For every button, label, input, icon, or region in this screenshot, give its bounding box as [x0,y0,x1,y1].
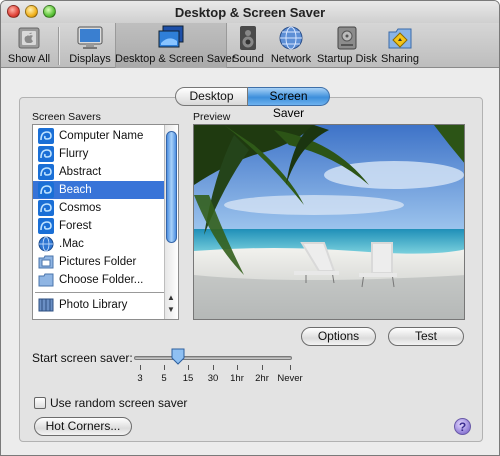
list-item-pictures-folder[interactable]: Pictures Folder [33,253,165,271]
list-divider [35,292,165,293]
screen-saver-panel: Screen Savers Preview Computer Name Flur… [19,97,483,442]
list-item-beach[interactable]: Beach [33,181,165,199]
start-screen-saver-label: Start screen saver: [32,351,133,365]
list-item-label: Cosmos [59,202,102,214]
list-item-cosmos[interactable]: Cosmos [33,199,165,217]
scroll-down-arrow-icon[interactable]: ▼ [167,305,175,314]
list-item-dot-mac[interactable]: .Mac [33,235,165,253]
screen-savers-heading: Screen Savers [32,111,101,123]
list-item-label: .Mac [59,238,84,250]
random-screen-saver-checkbox[interactable] [34,397,46,409]
show-all-icon [18,27,40,49]
list-scrollbar[interactable]: ▲ ▼ [164,125,178,319]
toolbar-sound[interactable]: Sound [229,23,267,68]
swirl-icon [38,218,54,234]
tab-control: Desktop Screen Saver [175,87,330,120]
list-item-label: Computer Name [59,130,144,142]
preview-image [193,124,465,320]
dot-mac-globe-icon [38,236,54,252]
globe-icon [279,26,303,50]
scroll-thumb[interactable] [166,131,177,243]
list-item-label: Forest [59,220,92,232]
sharing-label: Sharing [381,53,419,65]
list-item-flurry[interactable]: Flurry [33,145,165,163]
tick-label: 30 [207,373,219,384]
pictures-folder-icon [38,255,54,269]
test-button[interactable]: Test [388,327,464,346]
title-bar: Desktop & Screen Saver [1,1,499,23]
toolbar-startup-disk[interactable]: Startup Disk [315,23,379,68]
displays-icon [77,26,103,49]
content-area: Desktop Screen Saver Screen Savers Previ… [1,69,499,455]
random-screen-saver-label: Use random screen saver [50,396,188,410]
slider-tick [188,365,189,370]
sound-label: Sound [232,53,264,65]
scroll-up-arrow-icon[interactable]: ▲ [167,293,175,302]
folder-icon [38,273,54,287]
list-item-label: Flurry [59,148,89,160]
slider-tick [237,365,238,370]
window: Desktop & Screen Saver Show All Displays [0,0,500,456]
beach-preview-picture [194,125,464,319]
list-item-computer-name[interactable]: Computer Name [33,127,165,145]
preview-heading: Preview [193,111,231,123]
tick-label: 15 [182,373,194,384]
slider-tick [290,365,291,370]
toolbar-show-all[interactable]: Show All [5,23,53,68]
slider-knob[interactable] [171,348,185,365]
hot-corners-button[interactable]: Hot Corners... [34,417,132,436]
sharing-folder-icon [388,28,412,49]
list-item-abstract[interactable]: Abstract [33,163,165,181]
tick-label: 2hr [255,373,269,384]
network-label: Network [270,53,312,65]
toolbar-desktop-screen-saver[interactable]: Desktop & Screen Saver [115,23,236,68]
list-item-label: Photo Library [59,299,128,311]
slider-tick [140,365,141,370]
list-item-forest[interactable]: Forest [33,217,165,235]
list-item-label: Choose Folder... [59,274,144,286]
swirl-icon [38,200,54,216]
startup-disk-label: Startup Disk [317,53,377,65]
tab-desktop[interactable]: Desktop [175,87,248,106]
show-all-label: Show All [7,53,51,65]
slider-tick [262,365,263,370]
list-item-choose-folder[interactable]: Choose Folder... [33,271,165,289]
swirl-icon [38,128,54,144]
tick-label: Never [277,373,303,384]
list-item-label: Pictures Folder [59,256,137,268]
speaker-icon [240,26,256,50]
help-button[interactable]: ? [454,418,471,435]
swirl-icon [38,164,54,180]
photo-library-icon [38,298,54,312]
hard-disk-icon [337,26,357,50]
list-item-label: Abstract [59,166,102,178]
tick-label: 5 [161,373,167,384]
options-button[interactable]: Options [301,327,376,346]
list-item-photo-library[interactable]: Photo Library [33,296,165,314]
slider-tick [164,365,165,370]
toolbar-sharing[interactable]: Sharing [379,23,421,68]
slider-tick [213,365,214,370]
desktop-screen-saver-icon [158,25,184,48]
start-time-slider[interactable] [134,356,292,360]
toolbar-displays[interactable]: Displays [67,23,113,68]
toolbar-network[interactable]: Network [269,23,313,68]
swirl-icon [38,182,54,198]
toolbar-separator [58,27,59,65]
window-title: Desktop & Screen Saver [174,5,326,20]
screen-saver-list[interactable]: Computer Name Flurry Abstract Beach Cosm… [32,124,179,320]
toolbar: Show All Displays Desktop & Screen Saver [1,23,499,68]
displays-label: Displays [69,53,111,65]
tick-label: 1hr [230,373,244,384]
swirl-icon [38,146,54,162]
tick-label: 3 [137,373,143,384]
list-item-label: Beach [59,184,92,196]
desktop-screen-saver-label: Desktop & Screen Saver [115,53,236,65]
tab-screen-saver[interactable]: Screen Saver [248,87,330,120]
